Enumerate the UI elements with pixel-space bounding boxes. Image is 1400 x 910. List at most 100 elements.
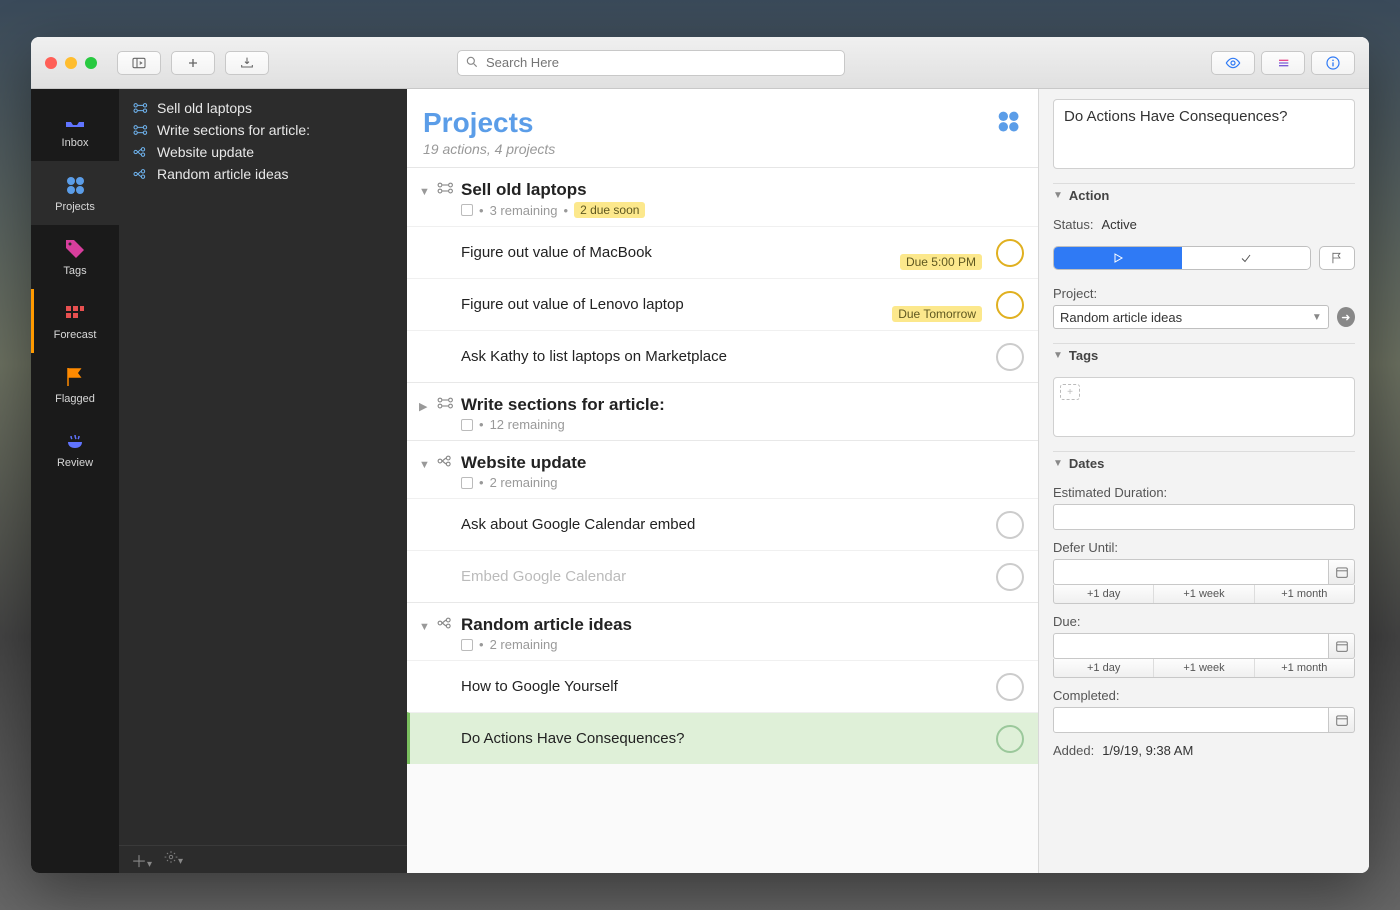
plus-icon: [185, 55, 201, 71]
project-title: Random article ideas: [461, 615, 632, 635]
status-row: Status: Active: [1053, 217, 1355, 232]
disclosure-triangle[interactable]: ▼: [419, 186, 431, 198]
estimated-duration-input[interactable]: [1053, 504, 1355, 530]
search-input[interactable]: [457, 50, 845, 76]
defer-plus-week[interactable]: +1 week: [1154, 585, 1254, 603]
inspector-section-dates[interactable]: ▼Dates: [1053, 451, 1355, 475]
project-header[interactable]: ▼ Random article ideas: [407, 603, 1038, 637]
perspective-label: Forecast: [54, 329, 97, 341]
note-icon[interactable]: [461, 204, 473, 216]
project-title: Website update: [461, 453, 586, 473]
task-row[interactable]: Ask about Google Calendar embed: [407, 498, 1038, 550]
defer-plus-month[interactable]: +1 month: [1255, 585, 1354, 603]
page-title: Projects: [423, 107, 555, 139]
eye-icon: [1225, 55, 1241, 71]
status-completed-option[interactable]: [1182, 247, 1310, 269]
add-tag-button[interactable]: +: [1060, 384, 1080, 400]
task-row[interactable]: How to Google Yourself: [407, 660, 1038, 712]
tags-field[interactable]: +: [1053, 377, 1355, 437]
sidebar-item-write-sections[interactable]: Write sections for article:: [119, 119, 407, 141]
project-header[interactable]: ▶ Write sections for article:: [407, 383, 1038, 417]
view-options-button[interactable]: [1211, 51, 1255, 75]
perspective-label: Review: [57, 457, 93, 469]
window-controls: [45, 57, 97, 69]
layout-button[interactable]: [1261, 51, 1305, 75]
complete-checkbox[interactable]: [996, 673, 1024, 701]
disclosure-triangle[interactable]: ▼: [419, 459, 431, 471]
project-header[interactable]: ▼ Website update: [407, 441, 1038, 475]
sidebar-item-website-update[interactable]: Website update: [119, 141, 407, 163]
project-select[interactable]: Random article ideas ▼: [1053, 305, 1329, 329]
toolbar: [31, 37, 1369, 89]
task-row[interactable]: Figure out value of Lenovo laptop Due To…: [407, 278, 1038, 330]
project-label: Project:: [1053, 286, 1355, 301]
project-meta: •2 remaining: [407, 637, 1038, 660]
add-button[interactable]: ＋▾: [131, 848, 152, 872]
project-meta: •3 remaining• 2 due soon: [407, 202, 1038, 226]
main-header: Projects 19 actions, 4 projects: [407, 89, 1038, 168]
page-subtitle: 19 actions, 4 projects: [423, 141, 555, 157]
toggle-sidebar-button[interactable]: [117, 51, 161, 75]
sidebar-item-random-article[interactable]: Random article ideas: [119, 163, 407, 185]
status-segmented-control: [1053, 246, 1355, 270]
due-plus-week[interactable]: +1 week: [1154, 659, 1254, 677]
complete-checkbox[interactable]: [996, 511, 1024, 539]
task-row-selected[interactable]: Do Actions Have Consequences?: [407, 712, 1038, 764]
forecast-icon: [61, 301, 89, 325]
perspective-review[interactable]: Review: [31, 417, 119, 481]
task-row[interactable]: Embed Google Calendar: [407, 550, 1038, 602]
complete-checkbox[interactable]: [996, 725, 1024, 753]
defer-calendar-button[interactable]: [1329, 559, 1355, 585]
search-field-wrapper: [457, 50, 845, 76]
disclosure-triangle[interactable]: ▼: [419, 621, 431, 633]
due-date-input[interactable]: [1053, 633, 1329, 659]
inspector-section-action[interactable]: ▼Action: [1053, 183, 1355, 207]
note-icon[interactable]: [461, 419, 473, 431]
task-row[interactable]: Figure out value of MacBook Due 5:00 PM: [407, 226, 1038, 278]
defer-date-input[interactable]: [1053, 559, 1329, 585]
go-to-project-button[interactable]: ➜: [1337, 307, 1355, 327]
perspective-inbox[interactable]: Inbox: [31, 97, 119, 161]
status-active-option[interactable]: [1054, 247, 1182, 269]
perspective-flagged[interactable]: Flagged: [31, 353, 119, 417]
due-plus-month[interactable]: +1 month: [1255, 659, 1354, 677]
project-title: Sell old laptops: [461, 180, 587, 200]
perspective-tags[interactable]: Tags: [31, 225, 119, 289]
settings-button[interactable]: ▾: [164, 850, 183, 869]
zoom-window-button[interactable]: [85, 57, 97, 69]
calendar-icon: [1335, 713, 1349, 727]
flag-toggle[interactable]: [1319, 246, 1355, 270]
complete-checkbox[interactable]: [996, 239, 1024, 267]
sidebar-list: Sell old laptops Write sections for arti…: [119, 89, 407, 845]
inspector-toggle-button[interactable]: [1311, 51, 1355, 75]
perspective-projects[interactable]: Projects: [31, 161, 119, 225]
complete-checkbox[interactable]: [996, 563, 1024, 591]
due-label: Due:: [1053, 614, 1355, 629]
due-calendar-button[interactable]: [1329, 633, 1355, 659]
check-icon: [1239, 252, 1253, 264]
parallel-icon: [133, 168, 149, 180]
complete-checkbox[interactable]: [996, 291, 1024, 319]
status-value: Active: [1101, 217, 1136, 232]
project-header[interactable]: ▼ Sell old laptops: [407, 168, 1038, 202]
task-row[interactable]: Ask Kathy to list laptops on Marketplace: [407, 330, 1038, 382]
due-plus-day[interactable]: +1 day: [1054, 659, 1154, 677]
inspector-title-field[interactable]: Do Actions Have Consequences?: [1053, 99, 1355, 169]
inspector-section-tags[interactable]: ▼Tags: [1053, 343, 1355, 367]
inbox-icon: [61, 109, 89, 133]
sidebar-item-sell-old-laptops[interactable]: Sell old laptops: [119, 97, 407, 119]
close-window-button[interactable]: [45, 57, 57, 69]
completed-date-input[interactable]: [1053, 707, 1329, 733]
complete-checkbox[interactable]: [996, 343, 1024, 371]
disclosure-triangle[interactable]: ▶: [419, 400, 431, 413]
defer-quick-dates: +1 day +1 week +1 month: [1053, 585, 1355, 604]
note-icon[interactable]: [461, 639, 473, 651]
note-icon[interactable]: [461, 477, 473, 489]
new-item-button[interactable]: [171, 51, 215, 75]
quick-entry-button[interactable]: [225, 51, 269, 75]
minimize-window-button[interactable]: [65, 57, 77, 69]
flag-icon: [1330, 251, 1344, 265]
defer-plus-day[interactable]: +1 day: [1054, 585, 1154, 603]
completed-calendar-button[interactable]: [1329, 707, 1355, 733]
perspective-forecast[interactable]: Forecast: [31, 289, 119, 353]
